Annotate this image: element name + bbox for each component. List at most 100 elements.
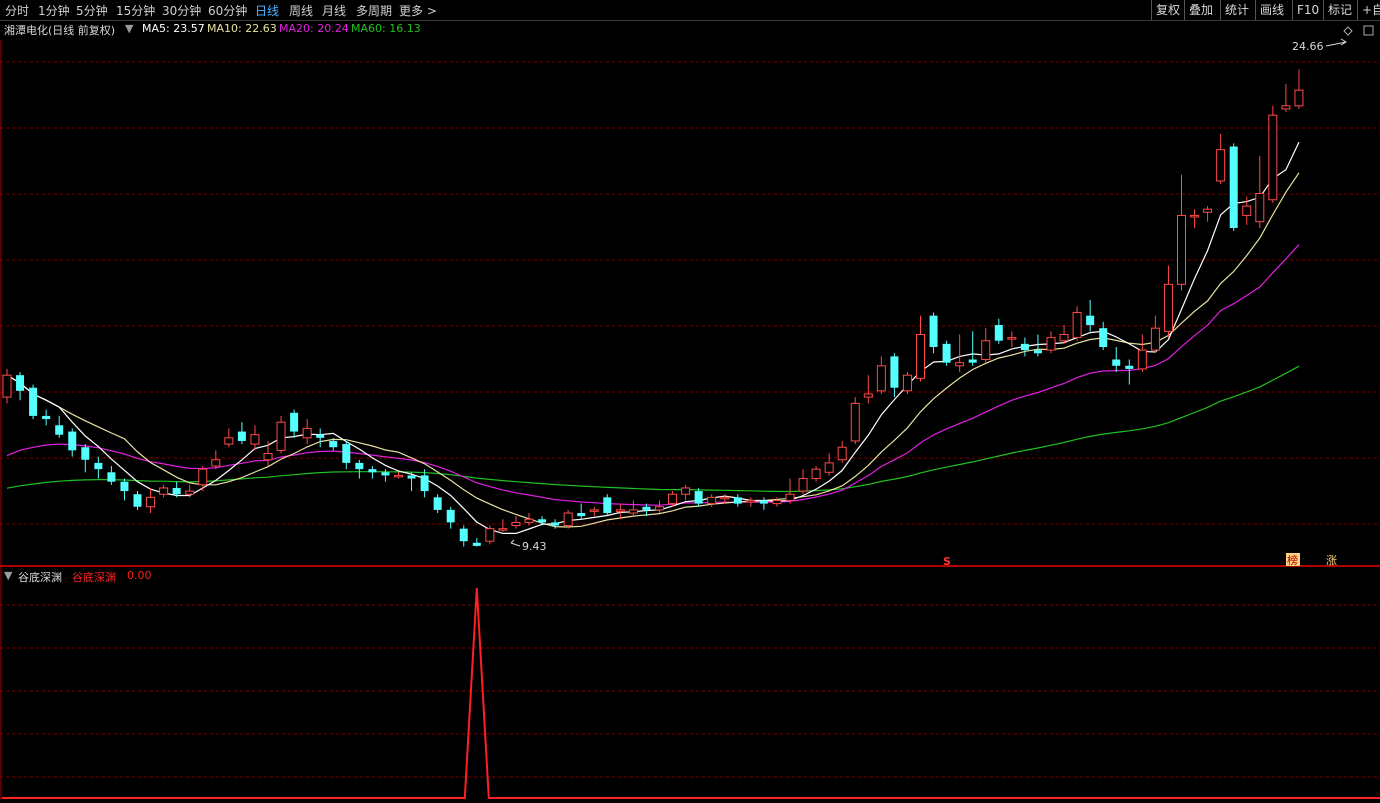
candle-body xyxy=(511,521,521,527)
candle-body xyxy=(615,509,625,512)
candle-body xyxy=(1086,315,1095,326)
candle-body xyxy=(942,343,951,363)
candle-body xyxy=(1163,283,1173,332)
candle-body xyxy=(981,340,991,361)
candle-body xyxy=(785,493,795,501)
candle-body xyxy=(172,487,181,495)
candle-body xyxy=(668,493,678,505)
signal-s-marker: S xyxy=(943,555,951,568)
candle-body xyxy=(107,472,116,482)
candle-body xyxy=(446,509,455,523)
candle-body xyxy=(368,469,377,473)
high-arrow xyxy=(1325,38,1347,47)
ma20-line xyxy=(6,244,1300,506)
candle-body xyxy=(642,506,651,510)
candle-body xyxy=(733,497,742,504)
diamond-icon xyxy=(1343,26,1353,36)
candle-body xyxy=(459,528,468,542)
candle-body xyxy=(316,434,325,438)
candle-body xyxy=(1281,105,1291,110)
candle-body xyxy=(185,490,195,495)
candle-body xyxy=(1268,114,1278,201)
candle-body xyxy=(681,487,691,495)
candle-body xyxy=(850,402,860,442)
candle-body xyxy=(407,475,416,479)
candle-body xyxy=(1216,149,1226,182)
candle-body xyxy=(890,356,899,388)
candle-body xyxy=(290,412,299,432)
candle-body xyxy=(876,365,886,392)
candle-body xyxy=(1255,192,1265,223)
kline-chart[interactable]: 24.66 9.43 S 榜 涨 xyxy=(0,0,1380,803)
indicator-line xyxy=(2,587,1380,799)
candle-body xyxy=(916,333,925,379)
candle-body xyxy=(955,362,965,367)
candle-body xyxy=(1125,365,1134,369)
candle-body xyxy=(1046,337,1056,351)
tag-2: 涨 xyxy=(1326,554,1337,567)
candle-body xyxy=(472,542,481,546)
candle-body xyxy=(1150,327,1160,351)
candle-body xyxy=(1190,214,1200,218)
high-price-label: 24.66 xyxy=(1292,40,1324,53)
candle-body xyxy=(1007,337,1017,340)
candle-body xyxy=(198,468,208,486)
candle-body xyxy=(863,393,873,398)
candle-body xyxy=(1059,333,1069,342)
candle-body xyxy=(902,374,912,392)
candle-body xyxy=(94,462,103,470)
low-arrow xyxy=(510,539,521,547)
candle-body xyxy=(577,513,586,517)
candle-body xyxy=(929,315,938,347)
candle-body xyxy=(55,425,64,435)
candle-body xyxy=(146,496,156,508)
candle-body xyxy=(2,374,12,398)
candle-body xyxy=(628,509,638,514)
candle-body xyxy=(42,415,51,420)
candle-body xyxy=(342,444,351,463)
candle-body xyxy=(381,472,390,476)
candle-body xyxy=(420,475,429,492)
candle-body xyxy=(994,325,1003,341)
candle-body xyxy=(694,491,703,504)
candle-body xyxy=(563,512,573,527)
candle-body xyxy=(16,375,25,391)
candle-body xyxy=(1137,349,1147,370)
candle-body xyxy=(133,494,142,507)
candle-body xyxy=(720,496,730,500)
candle-body xyxy=(237,431,246,441)
candle-body xyxy=(1099,328,1108,347)
low-price-label: 9.43 xyxy=(522,540,547,553)
candle-body xyxy=(551,522,560,526)
candle-body xyxy=(746,499,756,503)
candle-body xyxy=(1112,359,1121,366)
candle-body xyxy=(524,518,534,523)
candle-body xyxy=(538,519,547,523)
window-icon xyxy=(1363,25,1374,36)
candle-body xyxy=(1033,350,1042,354)
candle-body xyxy=(1203,208,1213,213)
candle-body xyxy=(276,421,286,451)
candle-body xyxy=(81,447,90,460)
candle-body xyxy=(394,474,403,478)
candle-body xyxy=(1072,312,1082,339)
candle-body xyxy=(798,478,808,492)
candle-body xyxy=(224,437,234,445)
candle-body xyxy=(250,434,260,445)
candle-body xyxy=(29,387,38,416)
candle-body xyxy=(1242,205,1252,216)
candle-body xyxy=(759,500,768,504)
candle-body xyxy=(837,446,847,461)
candle-body xyxy=(263,452,273,461)
candle-body xyxy=(824,462,834,473)
candle-body xyxy=(603,497,612,514)
candle-body xyxy=(211,459,221,467)
candle-body xyxy=(120,481,129,492)
candle-body xyxy=(968,359,977,363)
candle-body xyxy=(772,499,782,505)
candle-body xyxy=(1020,343,1029,351)
candle-body xyxy=(302,427,312,439)
candle-body xyxy=(159,487,169,495)
candle-body xyxy=(811,468,821,480)
candle-body xyxy=(329,440,338,448)
